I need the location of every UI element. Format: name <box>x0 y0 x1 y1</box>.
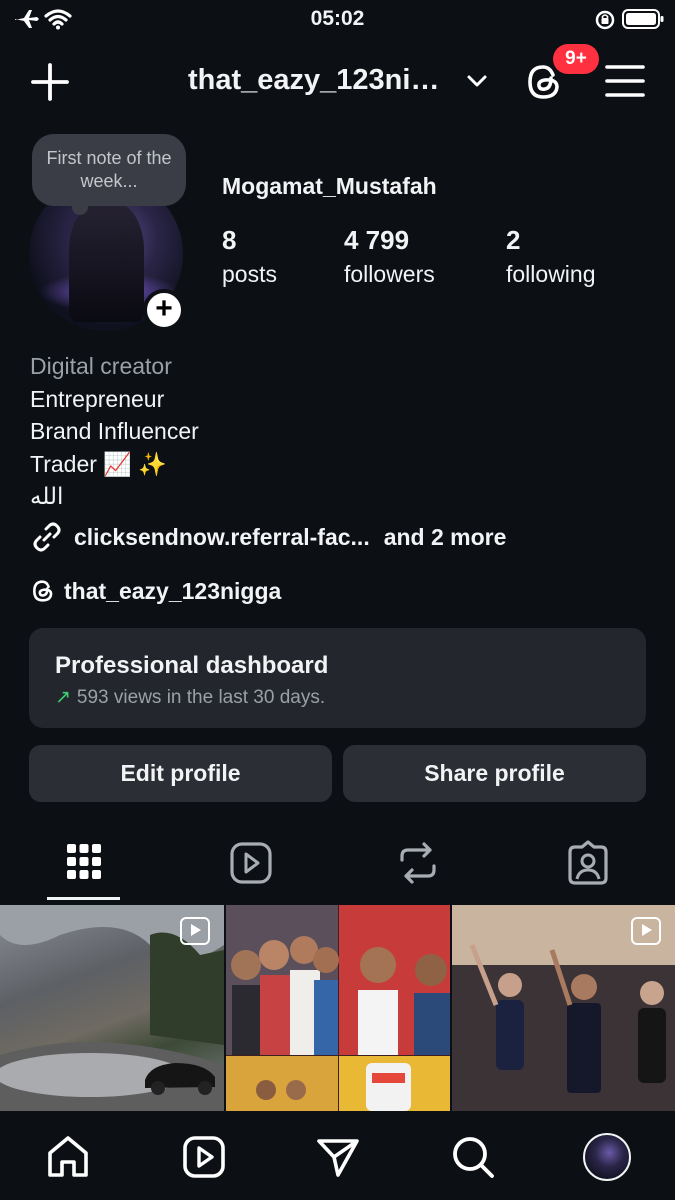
stat-label: following <box>506 261 596 287</box>
group-collage-image <box>226 905 450 1111</box>
bottom-nav <box>0 1111 675 1200</box>
messages-icon[interactable] <box>314 1133 362 1181</box>
post-thumbnail[interactable] <box>452 905 675 1111</box>
add-story-icon[interactable]: + <box>143 289 185 331</box>
note-bubble[interactable]: First note of the week... <box>32 134 186 215</box>
post-thumbnail[interactable] <box>0 905 224 1111</box>
link-text[interactable]: clicksendnow.referral-fac... <box>74 524 370 551</box>
menu-icon[interactable] <box>605 64 645 98</box>
reel-indicator-icon <box>180 917 210 945</box>
professional-dashboard[interactable]: Professional dashboard ↗ 593 views in the… <box>29 628 646 728</box>
orientation-lock-icon <box>595 10 615 30</box>
battery-icon <box>622 9 664 29</box>
top-bar: that_eazy_123nigga 9+ <box>0 44 675 114</box>
bio-line: Trader 📈 ✨ <box>30 450 167 477</box>
tagged-icon[interactable] <box>558 838 618 890</box>
bio-link[interactable]: clicksendnow.referral-fac... and 2 more <box>30 520 506 554</box>
bio-line: Brand Influencer <box>30 418 199 444</box>
stat-followers[interactable]: 4 799 followers <box>344 225 435 288</box>
stat-label: posts <box>222 261 277 287</box>
threads-link[interactable]: that_eazy_123nigga <box>30 574 281 608</box>
display-name: Mogamat_Mustafah <box>222 173 437 199</box>
stat-value: 4 799 <box>344 225 410 255</box>
reels-icon[interactable] <box>221 838 281 890</box>
reels-nav-icon[interactable] <box>180 1133 228 1181</box>
stat-following[interactable]: 2 following <box>506 225 596 288</box>
dashboard-subtitle: ↗ 593 views in the last 30 days. <box>55 687 326 708</box>
bio-line: الله <box>30 483 64 509</box>
stat-value: 2 <box>506 225 521 255</box>
share-profile-button[interactable]: Share profile <box>343 745 646 802</box>
profile-nav-avatar[interactable] <box>583 1133 631 1181</box>
search-icon[interactable] <box>449 1133 497 1181</box>
bio: Digital creator Entrepreneur Brand Influ… <box>30 350 199 513</box>
bio-category: Digital creator <box>30 353 172 379</box>
account-username[interactable]: that_eazy_123nigga <box>188 64 450 97</box>
stat-posts[interactable]: 8 posts <box>222 225 277 288</box>
status-time: 05:02 <box>310 7 365 30</box>
link-icon <box>33 522 61 552</box>
reposts-icon[interactable] <box>388 838 448 890</box>
post-thumbnail[interactable] <box>226 905 450 1111</box>
active-tab-indicator <box>47 897 120 900</box>
bio-line: Entrepreneur <box>30 385 165 412</box>
dashboard-title: Professional dashboard <box>55 652 329 679</box>
notification-badge: 9+ <box>553 44 599 74</box>
link-more[interactable]: and 2 more <box>384 524 507 551</box>
stat-value: 8 <box>222 225 237 255</box>
trend-up-icon: ↗ <box>55 687 71 708</box>
grid-icon[interactable] <box>54 838 114 890</box>
status-bar: 05:02 <box>0 0 675 38</box>
threads-handle[interactable]: that_eazy_123nigga <box>64 578 281 605</box>
edit-profile-button[interactable]: Edit profile <box>29 745 332 802</box>
home-icon[interactable] <box>44 1133 92 1181</box>
create-icon[interactable] <box>30 62 70 102</box>
reel-indicator-icon <box>631 917 661 945</box>
stat-label: followers <box>344 261 435 287</box>
chevron-down-icon[interactable] <box>466 73 488 89</box>
threads-small-icon <box>33 580 53 602</box>
